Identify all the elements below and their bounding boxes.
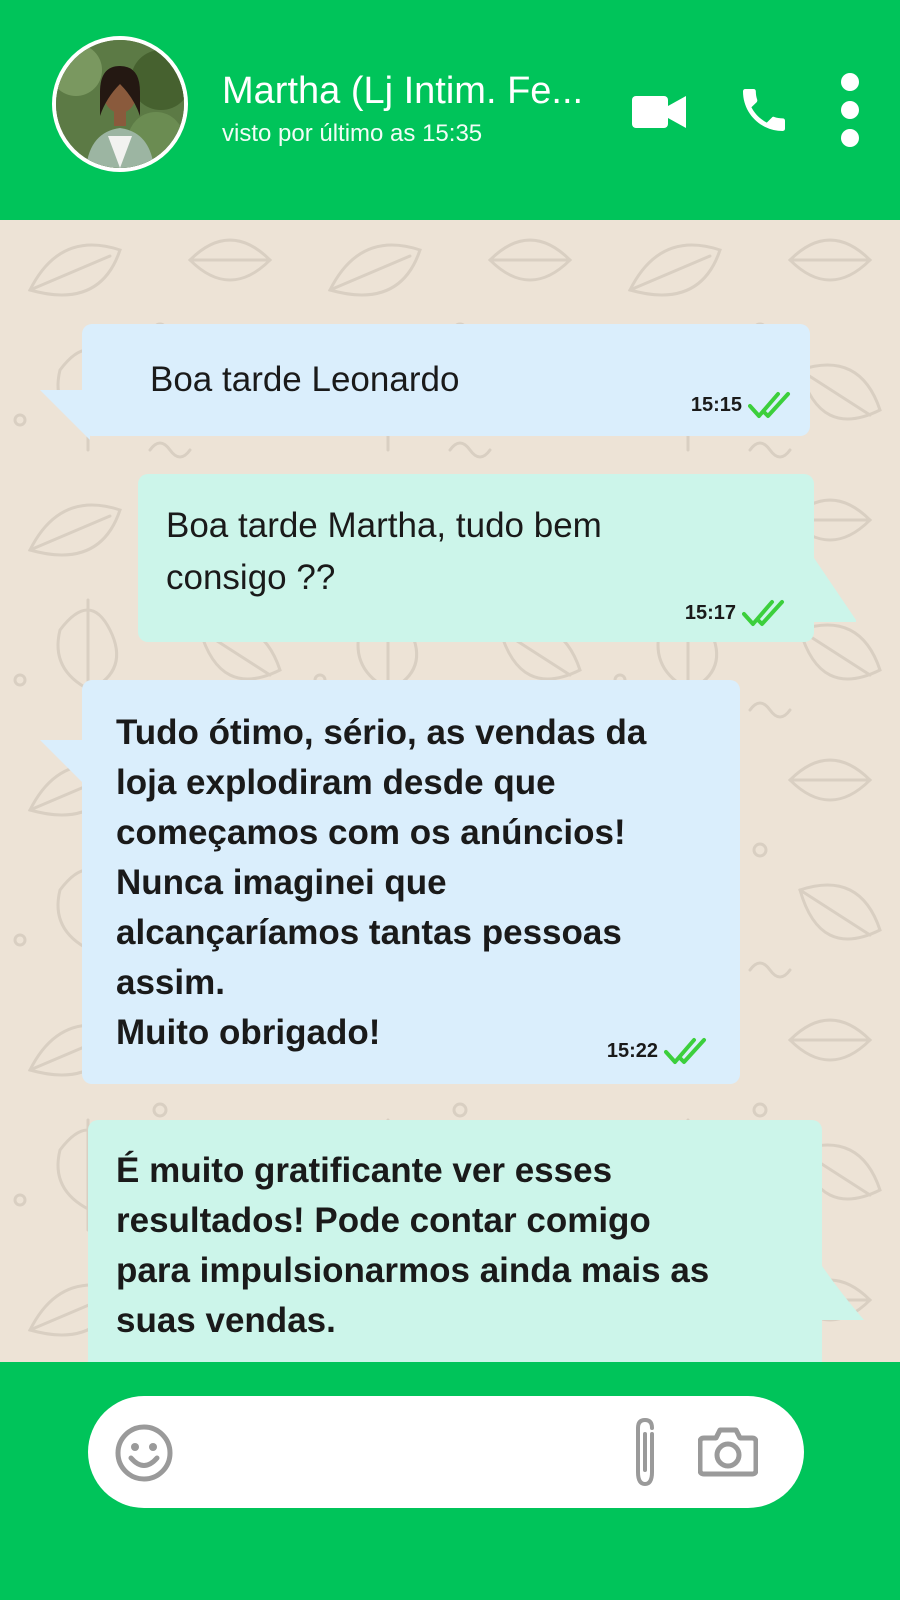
message-bubble-outgoing[interactable]: Boa tarde Martha, tudo bem consigo ?? 15… [138, 474, 814, 642]
emoji-icon[interactable] [114, 1423, 174, 1483]
message-meta: 15:17 [685, 598, 786, 628]
message-bubble-incoming[interactable]: Tudo ótimo, sério, as vendas da loja exp… [82, 680, 740, 1084]
message-text: Tudo ótimo, sério, as vendas da loja exp… [116, 713, 647, 1052]
chat-header: Martha (Lj Intim. Fe... visto por último… [0, 0, 900, 220]
video-call-icon[interactable] [632, 94, 688, 130]
attach-icon[interactable] [628, 1416, 662, 1490]
message-text: Boa tarde Martha, tudo bem consigo ?? [166, 506, 602, 597]
message-meta: 15:15 [691, 390, 792, 420]
message-bubble-outgoing[interactable]: É muito gratificante ver esses resultado… [88, 1120, 822, 1362]
message-meta: 15:22 [607, 1036, 708, 1066]
bubble-tail-icon [810, 542, 856, 622]
chat-messages-area[interactable]: Boa tarde Leonardo 15:15 Boa tarde Marth… [0, 220, 900, 1362]
last-seen-status: visto por último as 15:35 [222, 120, 483, 147]
message-time: 15:15 [690, 393, 742, 416]
message-bubble-incoming[interactable]: Boa tarde Leonardo 15:15 [82, 324, 810, 436]
read-receipt-icon [664, 1038, 706, 1064]
more-options-icon[interactable] [838, 72, 862, 148]
read-receipt-icon [748, 392, 790, 418]
message-time: 15:17 [684, 601, 736, 624]
read-receipt-icon [742, 600, 784, 626]
message-text: É muito gratificante ver esses resultado… [116, 1151, 710, 1340]
camera-icon[interactable] [698, 1426, 758, 1478]
message-input-container[interactable] [88, 1396, 804, 1508]
message-text: Boa tarde Leonardo [150, 360, 460, 399]
avatar-photo-icon [56, 40, 184, 168]
message-time: 15:22 [606, 1039, 658, 1062]
contact-avatar[interactable] [52, 36, 188, 172]
message-input[interactable] [198, 1424, 702, 1482]
composer-bar [0, 1362, 900, 1600]
bubble-tail-icon [818, 1260, 864, 1320]
contact-name[interactable]: Martha (Lj Intim. Fe... [222, 70, 602, 113]
phone-icon[interactable] [736, 82, 792, 138]
